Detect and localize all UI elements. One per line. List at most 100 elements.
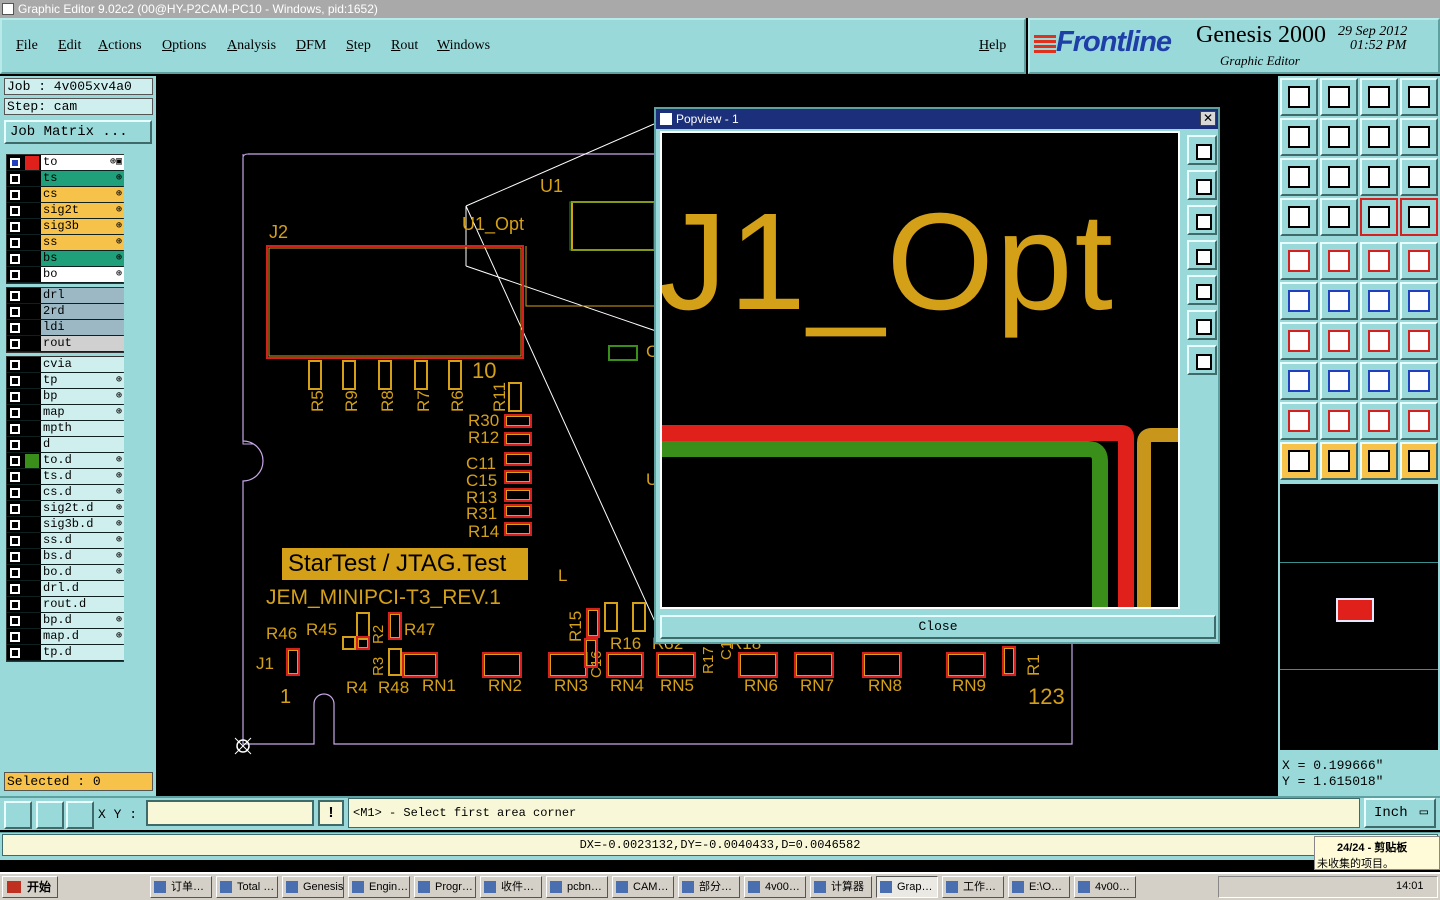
menu-windows[interactable]: Windows [437, 38, 490, 54]
popview-window[interactable]: Popview - 1 ✕ J1_Opt Close [654, 107, 1220, 644]
layer-name[interactable]: 2rd [41, 304, 124, 319]
layer-name[interactable]: to ⊕▣ [41, 155, 124, 170]
menu-dfm[interactable]: DFM [296, 38, 326, 54]
layer-checkbox[interactable] [10, 376, 20, 386]
tool-button-5-0[interactable] [1280, 282, 1318, 320]
layer-row-to[interactable]: to ⊕▣ [7, 155, 124, 171]
layer-display-swatch[interactable] [25, 502, 39, 516]
layer-row-rout[interactable]: rout [7, 336, 124, 352]
menu-rout[interactable]: Rout [391, 38, 418, 54]
layer-affected-icon[interactable]: ⊕ [116, 235, 122, 250]
taskbar-item[interactable]: 收件… [480, 876, 542, 898]
layer-checkbox[interactable] [10, 552, 20, 562]
tool-button-8-0[interactable] [1280, 402, 1318, 440]
layer-row-map[interactable]: map ⊕ [7, 405, 124, 421]
menu-help[interactable]: Help [979, 38, 1006, 54]
tool-button-8-3[interactable] [1400, 402, 1438, 440]
measure-tool-button[interactable] [36, 801, 64, 829]
layer-checkbox[interactable] [10, 440, 20, 450]
layer-display-swatch[interactable] [25, 321, 39, 335]
layer-row-bs-d[interactable]: bs.d ⊕ [7, 549, 124, 565]
layer-row-bo[interactable]: bo ⊕ [7, 267, 124, 283]
layer-checkbox[interactable] [10, 600, 20, 610]
menu-file[interactable]: File [16, 38, 38, 54]
layer-row-bo-d[interactable]: bo.d ⊕ [7, 565, 124, 581]
taskbar-item[interactable]: 4v00… [744, 876, 806, 898]
window-title-bar[interactable]: Graphic Editor 9.02c2 (00@HY-P2CAM-PC10 … [0, 0, 1440, 18]
layer-checkbox[interactable] [10, 648, 20, 658]
layer-name[interactable]: sig2t ⊕ [41, 203, 124, 218]
tool-button-6-0[interactable] [1280, 322, 1318, 360]
layer-name[interactable]: cs ⊕ [41, 187, 124, 202]
tool-button-0-0[interactable] [1280, 78, 1318, 116]
tool-button-5-1[interactable] [1320, 282, 1358, 320]
tool-button-9-3[interactable] [1400, 442, 1438, 480]
tool-button-2-3[interactable] [1400, 158, 1438, 196]
tool-button-4-2[interactable] [1360, 242, 1398, 280]
layer-checkbox[interactable] [10, 270, 20, 280]
layer-row-sig2t[interactable]: sig2t ⊕ [7, 203, 124, 219]
taskbar-item[interactable]: Progr… [414, 876, 476, 898]
layer-checkbox[interactable] [10, 323, 20, 333]
layer-affected-icon[interactable]: ⊕ [116, 453, 122, 468]
layer-row-ss[interactable]: ss ⊕ [7, 235, 124, 251]
layer-name[interactable]: drl [41, 288, 124, 303]
layer-checkbox[interactable] [10, 632, 20, 642]
layer-display-swatch[interactable] [25, 305, 39, 319]
layer-checkbox[interactable] [10, 488, 20, 498]
layer-name[interactable]: to.d ⊕ [41, 453, 124, 468]
layer-row-ts[interactable]: ts ⊕ [7, 171, 124, 187]
layer-display-swatch[interactable] [25, 390, 39, 404]
layer-affected-icon[interactable]: ⊕ [116, 565, 122, 580]
taskbar-item[interactable]: CAM… [612, 876, 674, 898]
layer-name[interactable]: tp.d [41, 645, 124, 660]
layer-checkbox[interactable] [10, 520, 20, 530]
layer-display-swatch[interactable] [25, 422, 39, 436]
taskbar-item[interactable]: 4v00… [1074, 876, 1136, 898]
popview-close-button[interactable]: Close [660, 615, 1216, 639]
tool-button-2-2[interactable] [1360, 158, 1398, 196]
layer-checkbox[interactable] [10, 536, 20, 546]
layer-row-ldi[interactable]: ldi [7, 320, 124, 336]
xy-input[interactable] [146, 800, 314, 826]
layer-display-swatch[interactable] [25, 172, 39, 186]
layer-name[interactable]: ts.d ⊕ [41, 469, 124, 484]
layer-checkbox[interactable] [10, 238, 20, 248]
tool-button-7-2[interactable] [1360, 362, 1398, 400]
tool-button-6-1[interactable] [1320, 322, 1358, 360]
layer-display-swatch[interactable] [25, 374, 39, 388]
layer-checkbox[interactable] [10, 584, 20, 594]
layer-row-sig3b[interactable]: sig3b ⊕ [7, 219, 124, 235]
layer-name[interactable]: ts ⊕ [41, 171, 124, 186]
layer-row-to-d[interactable]: to.d ⊕ [7, 453, 124, 469]
tool-button-4-1[interactable] [1320, 242, 1358, 280]
tool-button-9-1[interactable] [1320, 442, 1358, 480]
layer-row-bp[interactable]: bp ⊕ [7, 389, 124, 405]
layer-checkbox[interactable] [10, 360, 20, 370]
layer-affected-icon[interactable]: ⊕ [116, 613, 122, 628]
layer-row-2rd[interactable]: 2rd [7, 304, 124, 320]
taskbar-item[interactable]: Grap… [876, 876, 938, 898]
layer-display-swatch[interactable] [25, 289, 39, 303]
layer-row-sig2t-d[interactable]: sig2t.d ⊕ [7, 501, 124, 517]
taskbar-item[interactable]: Engin… [348, 876, 410, 898]
layer-affected-icon[interactable]: ⊕ [116, 389, 122, 404]
tool-button-5-2[interactable] [1360, 282, 1398, 320]
layer-affected-icon[interactable]: ⊕ [116, 373, 122, 388]
layer-name[interactable]: ss ⊕ [41, 235, 124, 250]
layer-affected-icon[interactable]: ⊕ [116, 485, 122, 500]
tool-button-1-1[interactable] [1320, 118, 1358, 156]
layer-checkbox[interactable] [10, 158, 20, 168]
layer-checkbox[interactable] [10, 408, 20, 418]
layer-affected-icon[interactable]: ⊕ [116, 187, 122, 202]
layer-checkbox[interactable] [10, 339, 20, 349]
layer-row-drl-d[interactable]: drl.d [7, 581, 124, 597]
layer-name[interactable]: bo ⊕ [41, 267, 124, 282]
tool-button-0-2[interactable] [1360, 78, 1398, 116]
layer-name[interactable]: sig3b.d ⊕ [41, 517, 124, 532]
layer-checkbox[interactable] [10, 616, 20, 626]
layer-checkbox[interactable] [10, 291, 20, 301]
grid-tool-button[interactable] [66, 801, 94, 829]
layer-affected-icon[interactable]: ⊕ [116, 629, 122, 644]
menu-actions[interactable]: Actions [98, 38, 142, 54]
